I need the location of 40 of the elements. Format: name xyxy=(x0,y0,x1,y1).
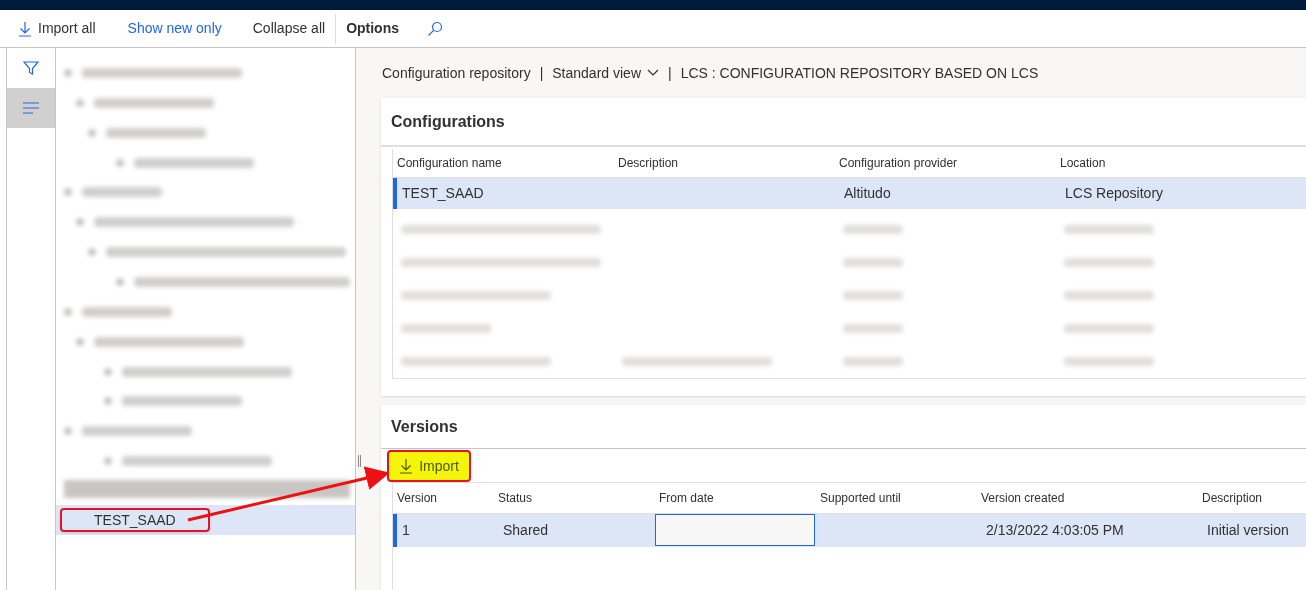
table-cell-text: TEST_SAAD xyxy=(401,183,485,203)
date-input-field[interactable] xyxy=(655,514,815,546)
table-cell-text: 2/13/2022 4:03:05 PM xyxy=(985,521,1125,540)
import-button[interactable]: Import xyxy=(387,450,471,482)
view-dropdown[interactable]: Standard view xyxy=(552,62,659,84)
list-icon[interactable] xyxy=(7,88,55,128)
download-icon xyxy=(399,458,414,474)
column-header[interactable]: Status xyxy=(494,489,655,507)
show-new-only-link[interactable]: Show new only xyxy=(127,18,222,39)
column-header[interactable]: Supported until xyxy=(816,489,977,507)
column-header[interactable]: Version xyxy=(393,489,494,507)
section-title: Versions xyxy=(381,405,1306,449)
column-header[interactable]: From date xyxy=(655,489,816,507)
column-header[interactable]: Description xyxy=(1198,489,1306,507)
column-header[interactable]: Version created xyxy=(977,489,1198,507)
column-header[interactable]: Description xyxy=(614,153,835,172)
table-cell-text: Altitudo xyxy=(843,183,892,203)
table-row[interactable]: TEST_SAAD Altitudo LCS Repository xyxy=(393,177,1306,209)
separator-text: | xyxy=(668,63,672,83)
column-header[interactable]: Configuration name xyxy=(393,153,614,172)
tree-item-row[interactable]: TEST_SAAD xyxy=(56,505,355,535)
separator-text: | xyxy=(539,63,544,83)
chevron-down-icon xyxy=(647,69,659,77)
table-cell-text: Shared xyxy=(502,521,550,540)
breadcrumb-text: LCS : CONFIGURATION REPOSITORY BASED ON LCS xyxy=(680,63,1039,83)
tree-item-label: TEST_SAAD xyxy=(60,508,210,532)
table-row[interactable]: 1 Shared 2/13/2022 4:03:05 PM Initial version xyxy=(393,514,1306,547)
column-header[interactable]: Configuration provider xyxy=(835,153,1056,172)
options-menu[interactable]: Options xyxy=(346,18,399,39)
table-cell-text: 1 xyxy=(401,521,411,540)
import-all-button[interactable]: Import all xyxy=(18,18,96,39)
download-icon xyxy=(18,20,32,37)
section-title: Configurations xyxy=(381,98,1306,147)
column-header[interactable]: Location xyxy=(1056,153,1306,172)
table-cell-text: LCS Repository xyxy=(1064,183,1165,203)
search-icon[interactable] xyxy=(427,20,443,37)
breadcrumb-text: Configuration repository xyxy=(382,63,531,83)
splitter-handle[interactable] xyxy=(358,455,361,467)
table-cell-text: Initial version xyxy=(1206,521,1290,540)
collapse-all-button[interactable]: Collapse all xyxy=(252,13,337,44)
